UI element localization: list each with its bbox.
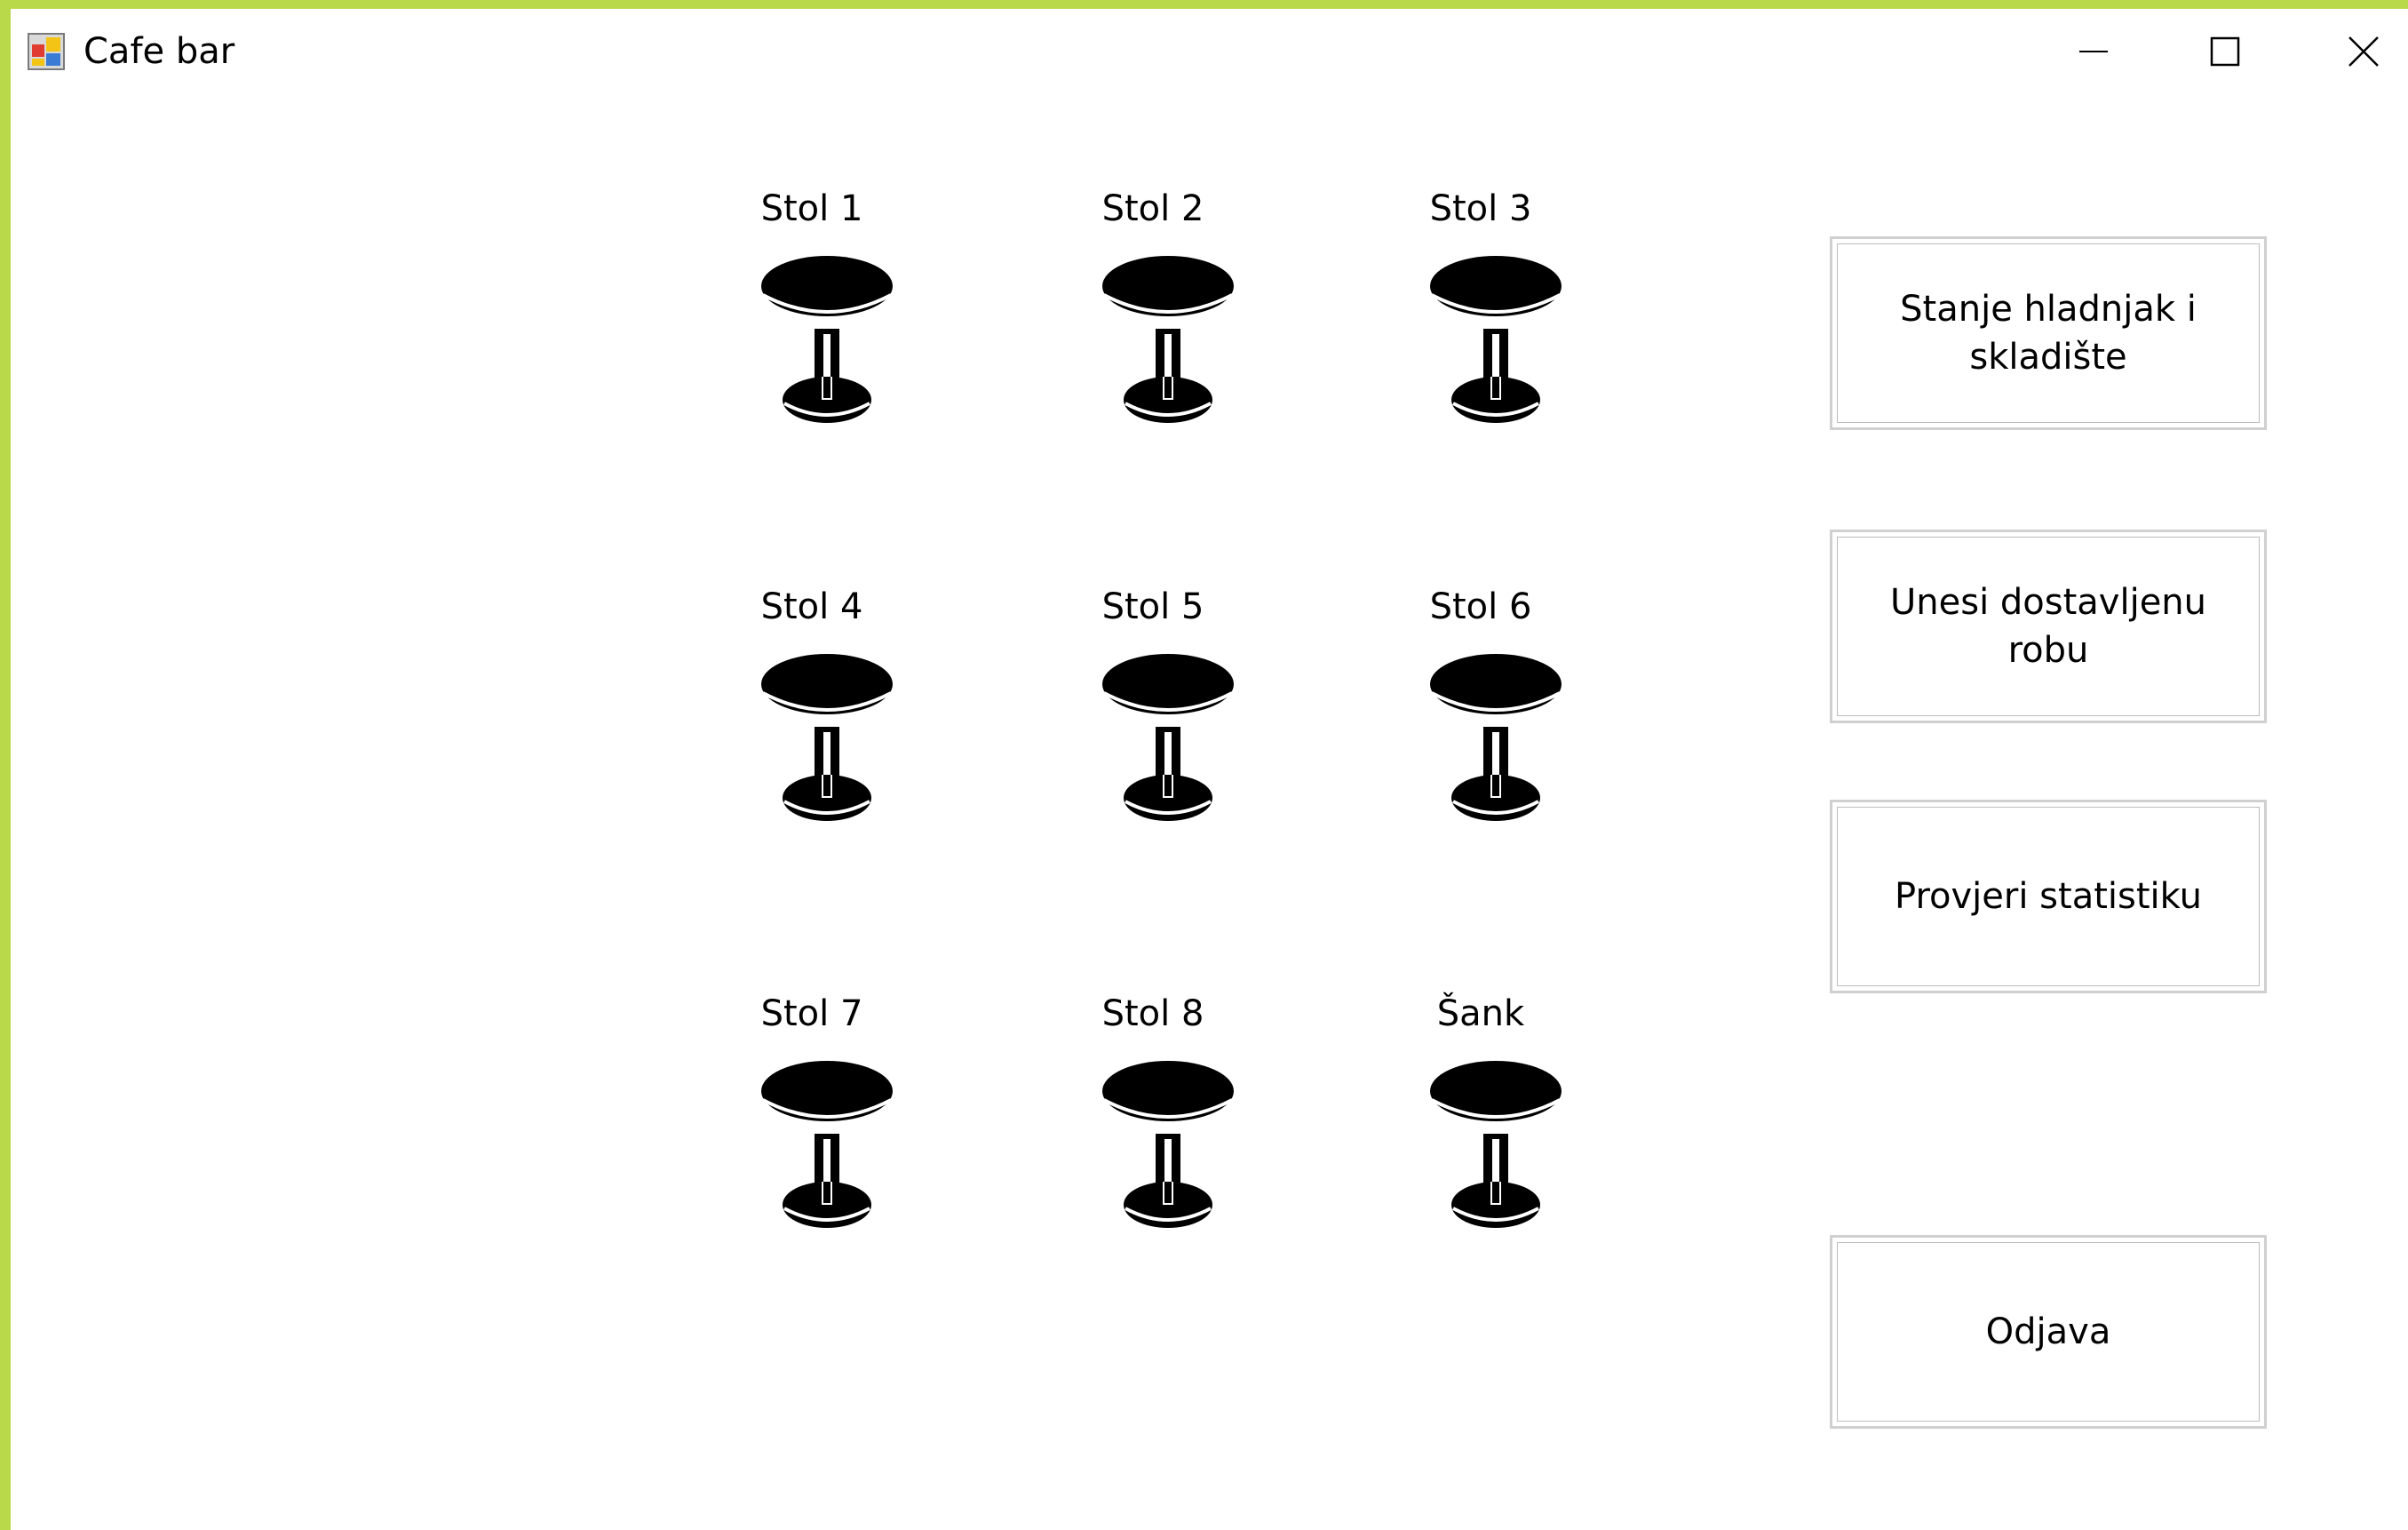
table-3[interactable]: Stol 3: [1365, 187, 1596, 453]
bar-table-icon: [1102, 654, 1234, 821]
bar-table-icon: [1430, 654, 1562, 821]
table-label: Stol 1: [760, 188, 863, 229]
bar-table-icon: [1430, 256, 1562, 423]
bar-table-icon: [761, 256, 893, 423]
table-label: Stol 4: [760, 586, 863, 627]
bar-counter[interactable]: Šank: [1365, 992, 1596, 1258]
maximize-button[interactable]: [2158, 9, 2292, 94]
table-5[interactable]: Stol 5: [1037, 585, 1268, 851]
table-8[interactable]: Stol 8: [1037, 992, 1268, 1258]
close-icon: [2348, 36, 2379, 67]
app-icon: [27, 32, 66, 71]
table-label: Stol 5: [1101, 586, 1204, 627]
table-7[interactable]: Stol 7: [696, 992, 927, 1258]
table-1[interactable]: Stol 1: [696, 187, 927, 453]
bar-table-icon: [761, 654, 893, 821]
window-title: Cafe bar: [83, 31, 235, 72]
app-window: Cafe bar Stol 1 Stol 2 Stol 3 Stol 4 Sto…: [0, 0, 2408, 1530]
bar-table-icon: [1102, 1061, 1234, 1228]
bar-table-icon: [1102, 256, 1234, 423]
minimize-button[interactable]: [2027, 9, 2160, 94]
table-label: Stol 8: [1101, 993, 1204, 1034]
window-border-left: [0, 0, 11, 1530]
table-6[interactable]: Stol 6: [1365, 585, 1596, 851]
table-label: Stol 2: [1101, 188, 1204, 229]
maximize-icon: [2210, 36, 2240, 67]
table-2[interactable]: Stol 2: [1037, 187, 1268, 453]
window-border-top: [0, 0, 2408, 9]
logout-button[interactable]: Odjava: [1830, 1235, 2267, 1429]
enter-delivery-button[interactable]: Unesi dostavljenu robu: [1830, 530, 2267, 723]
table-label: Stol 7: [760, 993, 863, 1034]
table-label: Stol 6: [1429, 586, 1532, 627]
minimize-icon: [2079, 51, 2108, 52]
fridge-storage-button[interactable]: Stanje hladnjak i skladište: [1830, 236, 2267, 430]
bar-table-icon: [761, 1061, 893, 1228]
table-label: Stol 3: [1429, 188, 1532, 229]
close-button[interactable]: [2297, 9, 2408, 94]
table-4[interactable]: Stol 4: [696, 585, 927, 851]
title-bar[interactable]: Cafe bar: [11, 9, 2408, 94]
bar-table-icon: [1430, 1061, 1562, 1228]
statistics-button[interactable]: Provjeri statistiku: [1830, 800, 2267, 993]
table-label: Šank: [1436, 993, 1525, 1034]
